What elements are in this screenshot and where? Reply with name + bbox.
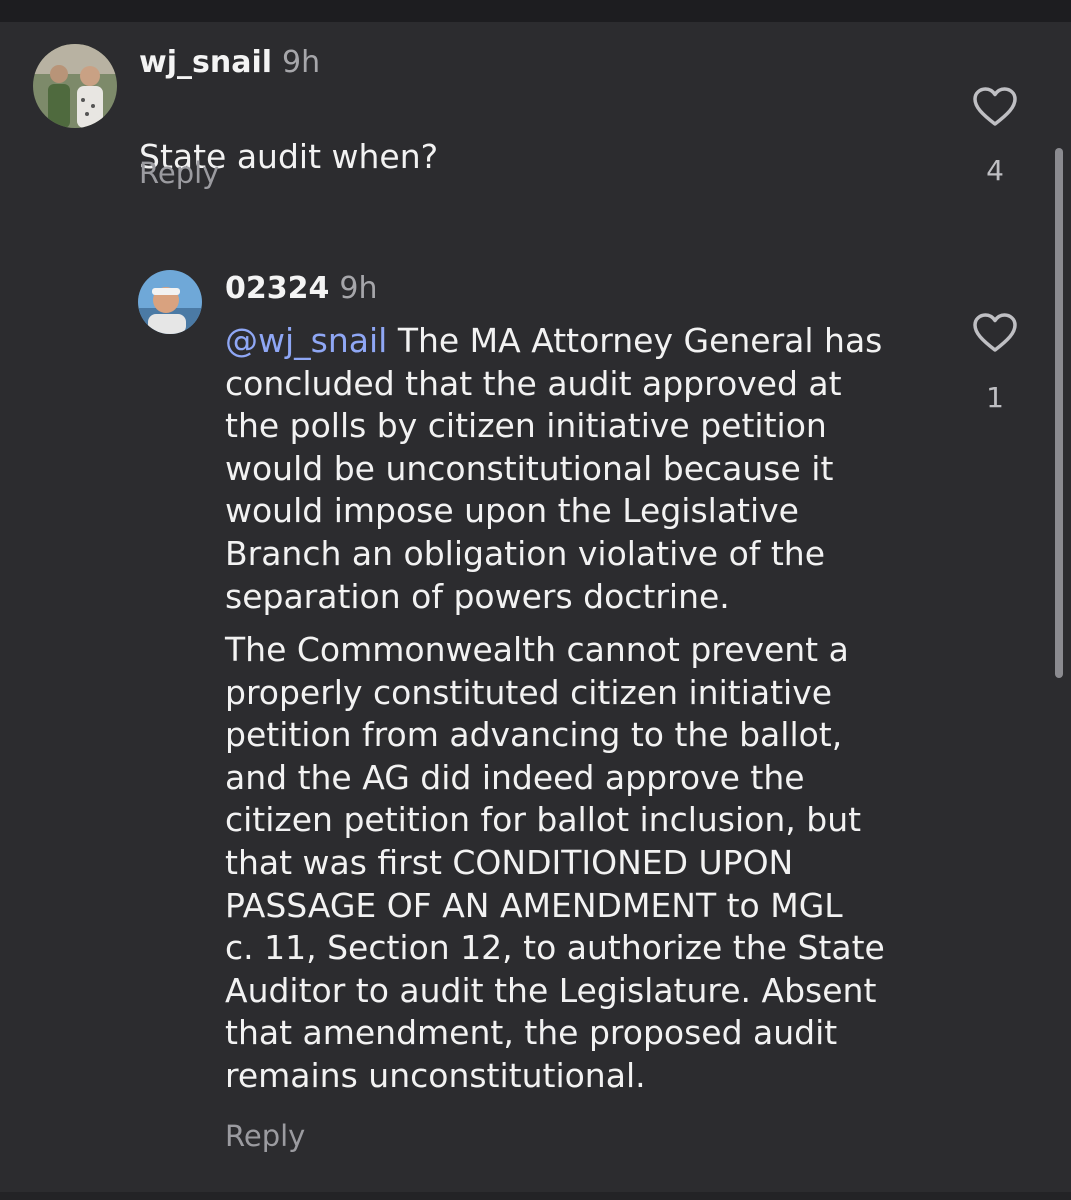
like-count: 1 [986, 381, 1004, 414]
username[interactable]: 02324 [225, 271, 329, 306]
top-edge-bar [0, 0, 1071, 22]
mention-link[interactable]: @wj_snail [225, 321, 387, 360]
timestamp: 9h [282, 45, 321, 80]
user-avatar-icon [138, 270, 202, 334]
comment-text: @wj_snail The MA Attorney General has co… [225, 320, 925, 618]
avatar[interactable] [138, 270, 202, 334]
user-avatar-icon [33, 44, 117, 128]
reply-button[interactable]: Reply [139, 156, 219, 190]
comment-text: The Commonwealth cannot prevent a proper… [225, 629, 925, 1098]
like-count: 4 [986, 154, 1004, 187]
comment-header: 02324 9h [225, 271, 377, 306]
comment-paragraph: The MA Attorney General has concluded th… [225, 321, 883, 616]
comment-header: wj_snail 9h [139, 45, 320, 80]
comments-screen: wj_snail 9h State audit when? Reply 4 023… [0, 0, 1071, 1200]
reply-button[interactable]: Reply [225, 1119, 305, 1153]
timestamp: 9h [339, 271, 378, 306]
avatar[interactable] [33, 44, 117, 128]
bottom-edge-bar [0, 1192, 1071, 1200]
heart-outline-icon[interactable] [972, 312, 1018, 354]
scrollbar[interactable] [1055, 148, 1063, 678]
username[interactable]: wj_snail [139, 45, 272, 80]
comment-paragraph: The Commonwealth cannot prevent a proper… [225, 630, 885, 1095]
heart-outline-icon[interactable] [972, 86, 1018, 128]
